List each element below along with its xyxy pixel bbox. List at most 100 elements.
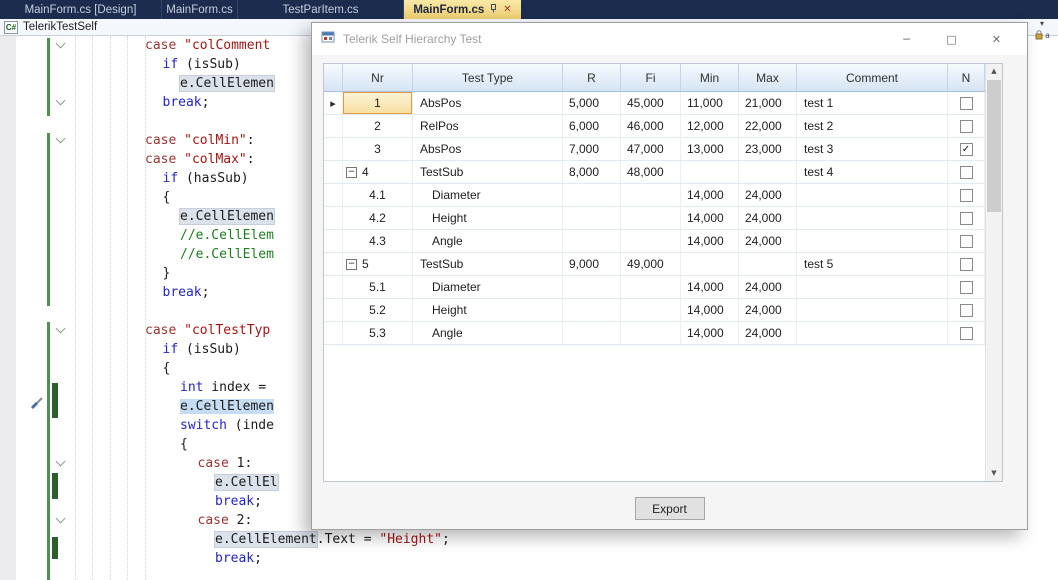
- grid-cell-r[interactable]: [563, 184, 621, 206]
- grid-cell-r[interactable]: [563, 276, 621, 298]
- window-title-bar[interactable]: Telerik Self Hierarchy Test ─ □ ✕: [312, 23, 1027, 55]
- grid-cell-r[interactable]: 5,000: [563, 92, 621, 114]
- grid-cell-comment[interactable]: [797, 207, 948, 229]
- collapse-expander-icon[interactable]: −: [346, 259, 357, 270]
- grid-cell-r[interactable]: 6,000: [563, 115, 621, 137]
- grid-cell-r[interactable]: [563, 299, 621, 321]
- grid-cell-max[interactable]: 24,000: [739, 230, 797, 252]
- column-header[interactable]: Nr: [343, 64, 413, 91]
- row-checkbox[interactable]: [960, 212, 973, 225]
- grid-cell-testtype[interactable]: Diameter: [413, 184, 563, 206]
- table-row[interactable]: −4TestSub8,00048,000 test 4: [324, 161, 985, 184]
- grid-cell-checkbox[interactable]: [948, 115, 985, 137]
- grid-cell-checkbox[interactable]: [948, 161, 985, 183]
- grid-cell-max[interactable]: 21,000: [739, 92, 797, 114]
- table-row[interactable]: 5.3Angle14,00024,000: [324, 322, 985, 345]
- grid-cell-testtype[interactable]: TestSub: [413, 161, 563, 183]
- code-line[interactable]: break;: [0, 549, 1058, 568]
- column-header[interactable]: Comment: [797, 64, 948, 91]
- grid-cell-nr[interactable]: 5.1: [343, 276, 413, 298]
- grid-cell-r[interactable]: [563, 230, 621, 252]
- grid-cell-nr[interactable]: −5: [343, 253, 413, 275]
- grid-cell-fi[interactable]: [621, 276, 681, 298]
- close-button[interactable]: ✕: [974, 25, 1019, 53]
- grid-cell-nr[interactable]: 3: [343, 138, 413, 160]
- grid-cell-testtype[interactable]: Height: [413, 299, 563, 321]
- column-header[interactable]: Max: [739, 64, 797, 91]
- table-row[interactable]: −5TestSub9,00049,000test 5: [324, 253, 985, 276]
- grid-cell-max[interactable]: 24,000: [739, 299, 797, 321]
- grid-cell-r[interactable]: [563, 207, 621, 229]
- grid-cell-r[interactable]: 9,000: [563, 253, 621, 275]
- grid-cell-max[interactable]: [739, 161, 797, 183]
- table-row[interactable]: 2RelPos6,00046,00012,00022,000test 2: [324, 115, 985, 138]
- grid-cell-min[interactable]: 14,000: [681, 322, 739, 344]
- grid-cell-testtype[interactable]: AbsPos: [413, 138, 563, 160]
- grid-cell-comment[interactable]: [797, 184, 948, 206]
- grid-cell-r[interactable]: 7,000: [563, 138, 621, 160]
- column-header[interactable]: Fi: [621, 64, 681, 91]
- grid-cell-fi[interactable]: 48,000: [621, 161, 681, 183]
- grid-cell-testtype[interactable]: AbsPos: [413, 92, 563, 114]
- grid-cell-checkbox[interactable]: [948, 299, 985, 321]
- scroll-up-icon[interactable]: ▲: [986, 64, 1002, 79]
- table-row[interactable]: 5.2Height14,00024,000: [324, 299, 985, 322]
- grid-cell-fi[interactable]: 45,000: [621, 92, 681, 114]
- grid-cell-nr[interactable]: 4.3: [343, 230, 413, 252]
- grid-cell-max[interactable]: [739, 253, 797, 275]
- grid-cell-min[interactable]: [681, 161, 739, 183]
- grid-cell-comment[interactable]: test 4: [797, 161, 948, 183]
- grid-cell-comment[interactable]: [797, 276, 948, 298]
- grid-cell-testtype[interactable]: RelPos: [413, 115, 563, 137]
- row-indicator-cell[interactable]: [324, 230, 343, 252]
- grid-cell-testtype[interactable]: TestSub: [413, 253, 563, 275]
- grid-cell-comment[interactable]: test 3: [797, 138, 948, 160]
- row-checkbox[interactable]: [960, 166, 973, 179]
- row-checkbox[interactable]: [960, 235, 973, 248]
- grid-cell-checkbox[interactable]: [948, 92, 985, 114]
- grid-cell-min[interactable]: 14,000: [681, 184, 739, 206]
- grid-cell-fi[interactable]: [621, 184, 681, 206]
- grid-cell-min[interactable]: 11,000: [681, 92, 739, 114]
- grid-cell-max[interactable]: 22,000: [739, 115, 797, 137]
- row-indicator-cell[interactable]: ▸: [324, 92, 343, 114]
- grid-cell-min[interactable]: 14,000: [681, 230, 739, 252]
- grid-cell-min[interactable]: 14,000: [681, 299, 739, 321]
- grid-cell-checkbox[interactable]: [948, 230, 985, 252]
- row-indicator-cell[interactable]: [324, 207, 343, 229]
- grid-cell-comment[interactable]: test 1: [797, 92, 948, 114]
- row-checkbox[interactable]: [960, 258, 973, 271]
- tab-mainform[interactable]: MainForm.cs: [162, 0, 238, 19]
- grid-cell-checkbox[interactable]: [948, 207, 985, 229]
- tab-testparitem[interactable]: TestParItem.cs: [238, 0, 404, 19]
- grid-cell-nr[interactable]: 5.3: [343, 322, 413, 344]
- grid-cell-min[interactable]: [681, 253, 739, 275]
- grid-cell-nr[interactable]: −4: [343, 161, 413, 183]
- grid-cell-min[interactable]: 14,000: [681, 207, 739, 229]
- grid-cell-checkbox[interactable]: ✓: [948, 138, 985, 160]
- column-header[interactable]: Min: [681, 64, 739, 91]
- close-tab-icon[interactable]: ✕: [503, 5, 511, 15]
- grid-cell-checkbox[interactable]: [948, 184, 985, 206]
- grid-cell-r[interactable]: 8,000: [563, 161, 621, 183]
- tab-mainform-design[interactable]: MainForm.cs [Design]: [0, 0, 162, 19]
- grid-cell-checkbox[interactable]: [948, 322, 985, 344]
- column-header[interactable]: N: [948, 64, 985, 91]
- scrollbar-thumb[interactable]: [987, 80, 1001, 212]
- grid-cell-testtype[interactable]: Height: [413, 207, 563, 229]
- grid-cell-comment[interactable]: [797, 299, 948, 321]
- row-indicator-cell[interactable]: [324, 322, 343, 344]
- grid-cell-r[interactable]: [563, 322, 621, 344]
- table-row[interactable]: ▸1AbsPos5,00045,00011,00021,000test 1: [324, 92, 985, 115]
- grid-cell-nr[interactable]: 4.2: [343, 207, 413, 229]
- pin-icon[interactable]: [489, 4, 498, 16]
- column-header[interactable]: Test Type: [413, 64, 563, 91]
- lock-icon[interactable]: a: [1034, 30, 1049, 40]
- minimize-button[interactable]: ─: [884, 25, 929, 53]
- grid-cell-testtype[interactable]: Diameter: [413, 276, 563, 298]
- row-indicator-cell[interactable]: [324, 138, 343, 160]
- row-checkbox[interactable]: [960, 120, 973, 133]
- grid-cell-max[interactable]: 24,000: [739, 184, 797, 206]
- project-name[interactable]: TelerikTestSelf: [23, 21, 97, 33]
- grid-cell-fi[interactable]: 47,000: [621, 138, 681, 160]
